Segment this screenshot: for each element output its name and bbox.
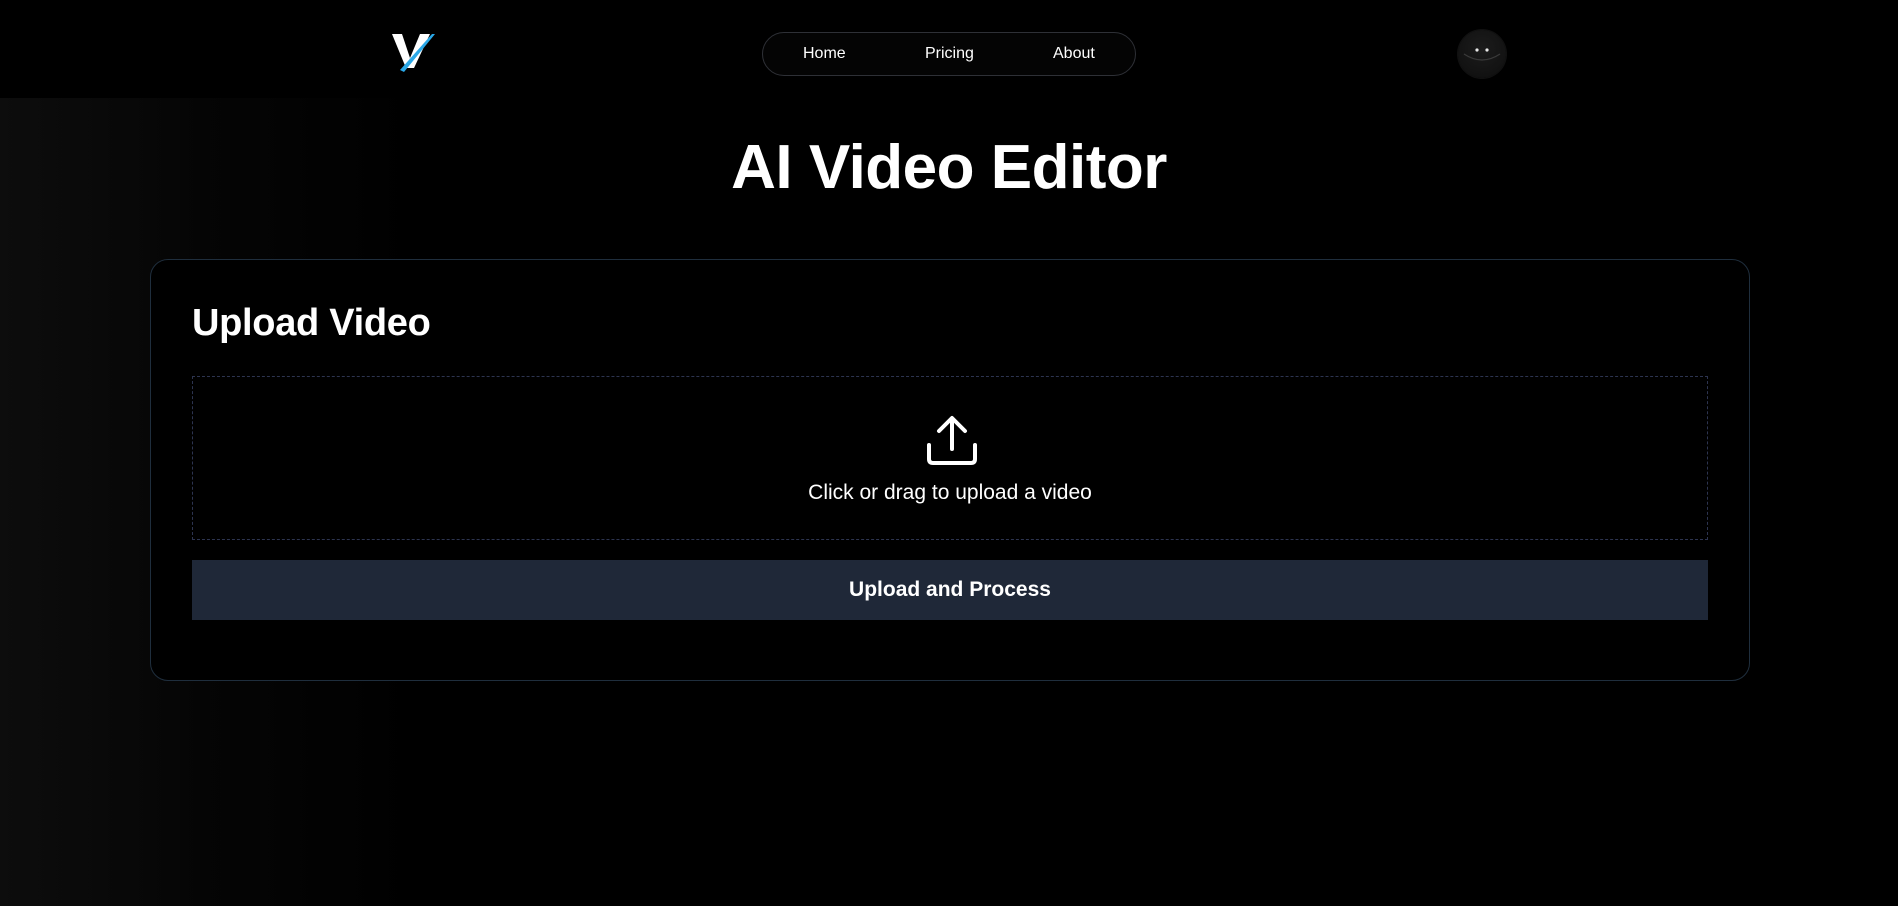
nav-home-link[interactable]: Home [803,45,846,63]
smiley-avatar-icon [1463,48,1501,61]
nav-about-link[interactable]: About [1053,45,1095,63]
upload-and-process-button[interactable]: Upload and Process [192,560,1708,620]
v-logo-icon[interactable] [390,30,436,72]
user-avatar[interactable] [1458,30,1506,78]
upload-card-title: Upload Video [192,302,431,344]
page-title: AI Video Editor [731,133,1167,202]
main-nav: Home Pricing About [762,32,1136,76]
upload-icon [925,413,979,467]
video-dropzone[interactable]: Click or drag to upload a video [192,376,1708,540]
nav-pricing-link[interactable]: Pricing [925,45,974,63]
top-header: Home Pricing About [0,0,1898,98]
upload-card: Upload Video Click or drag to upload a v… [150,259,1750,681]
dropzone-text: Click or drag to upload a video [808,481,1092,504]
